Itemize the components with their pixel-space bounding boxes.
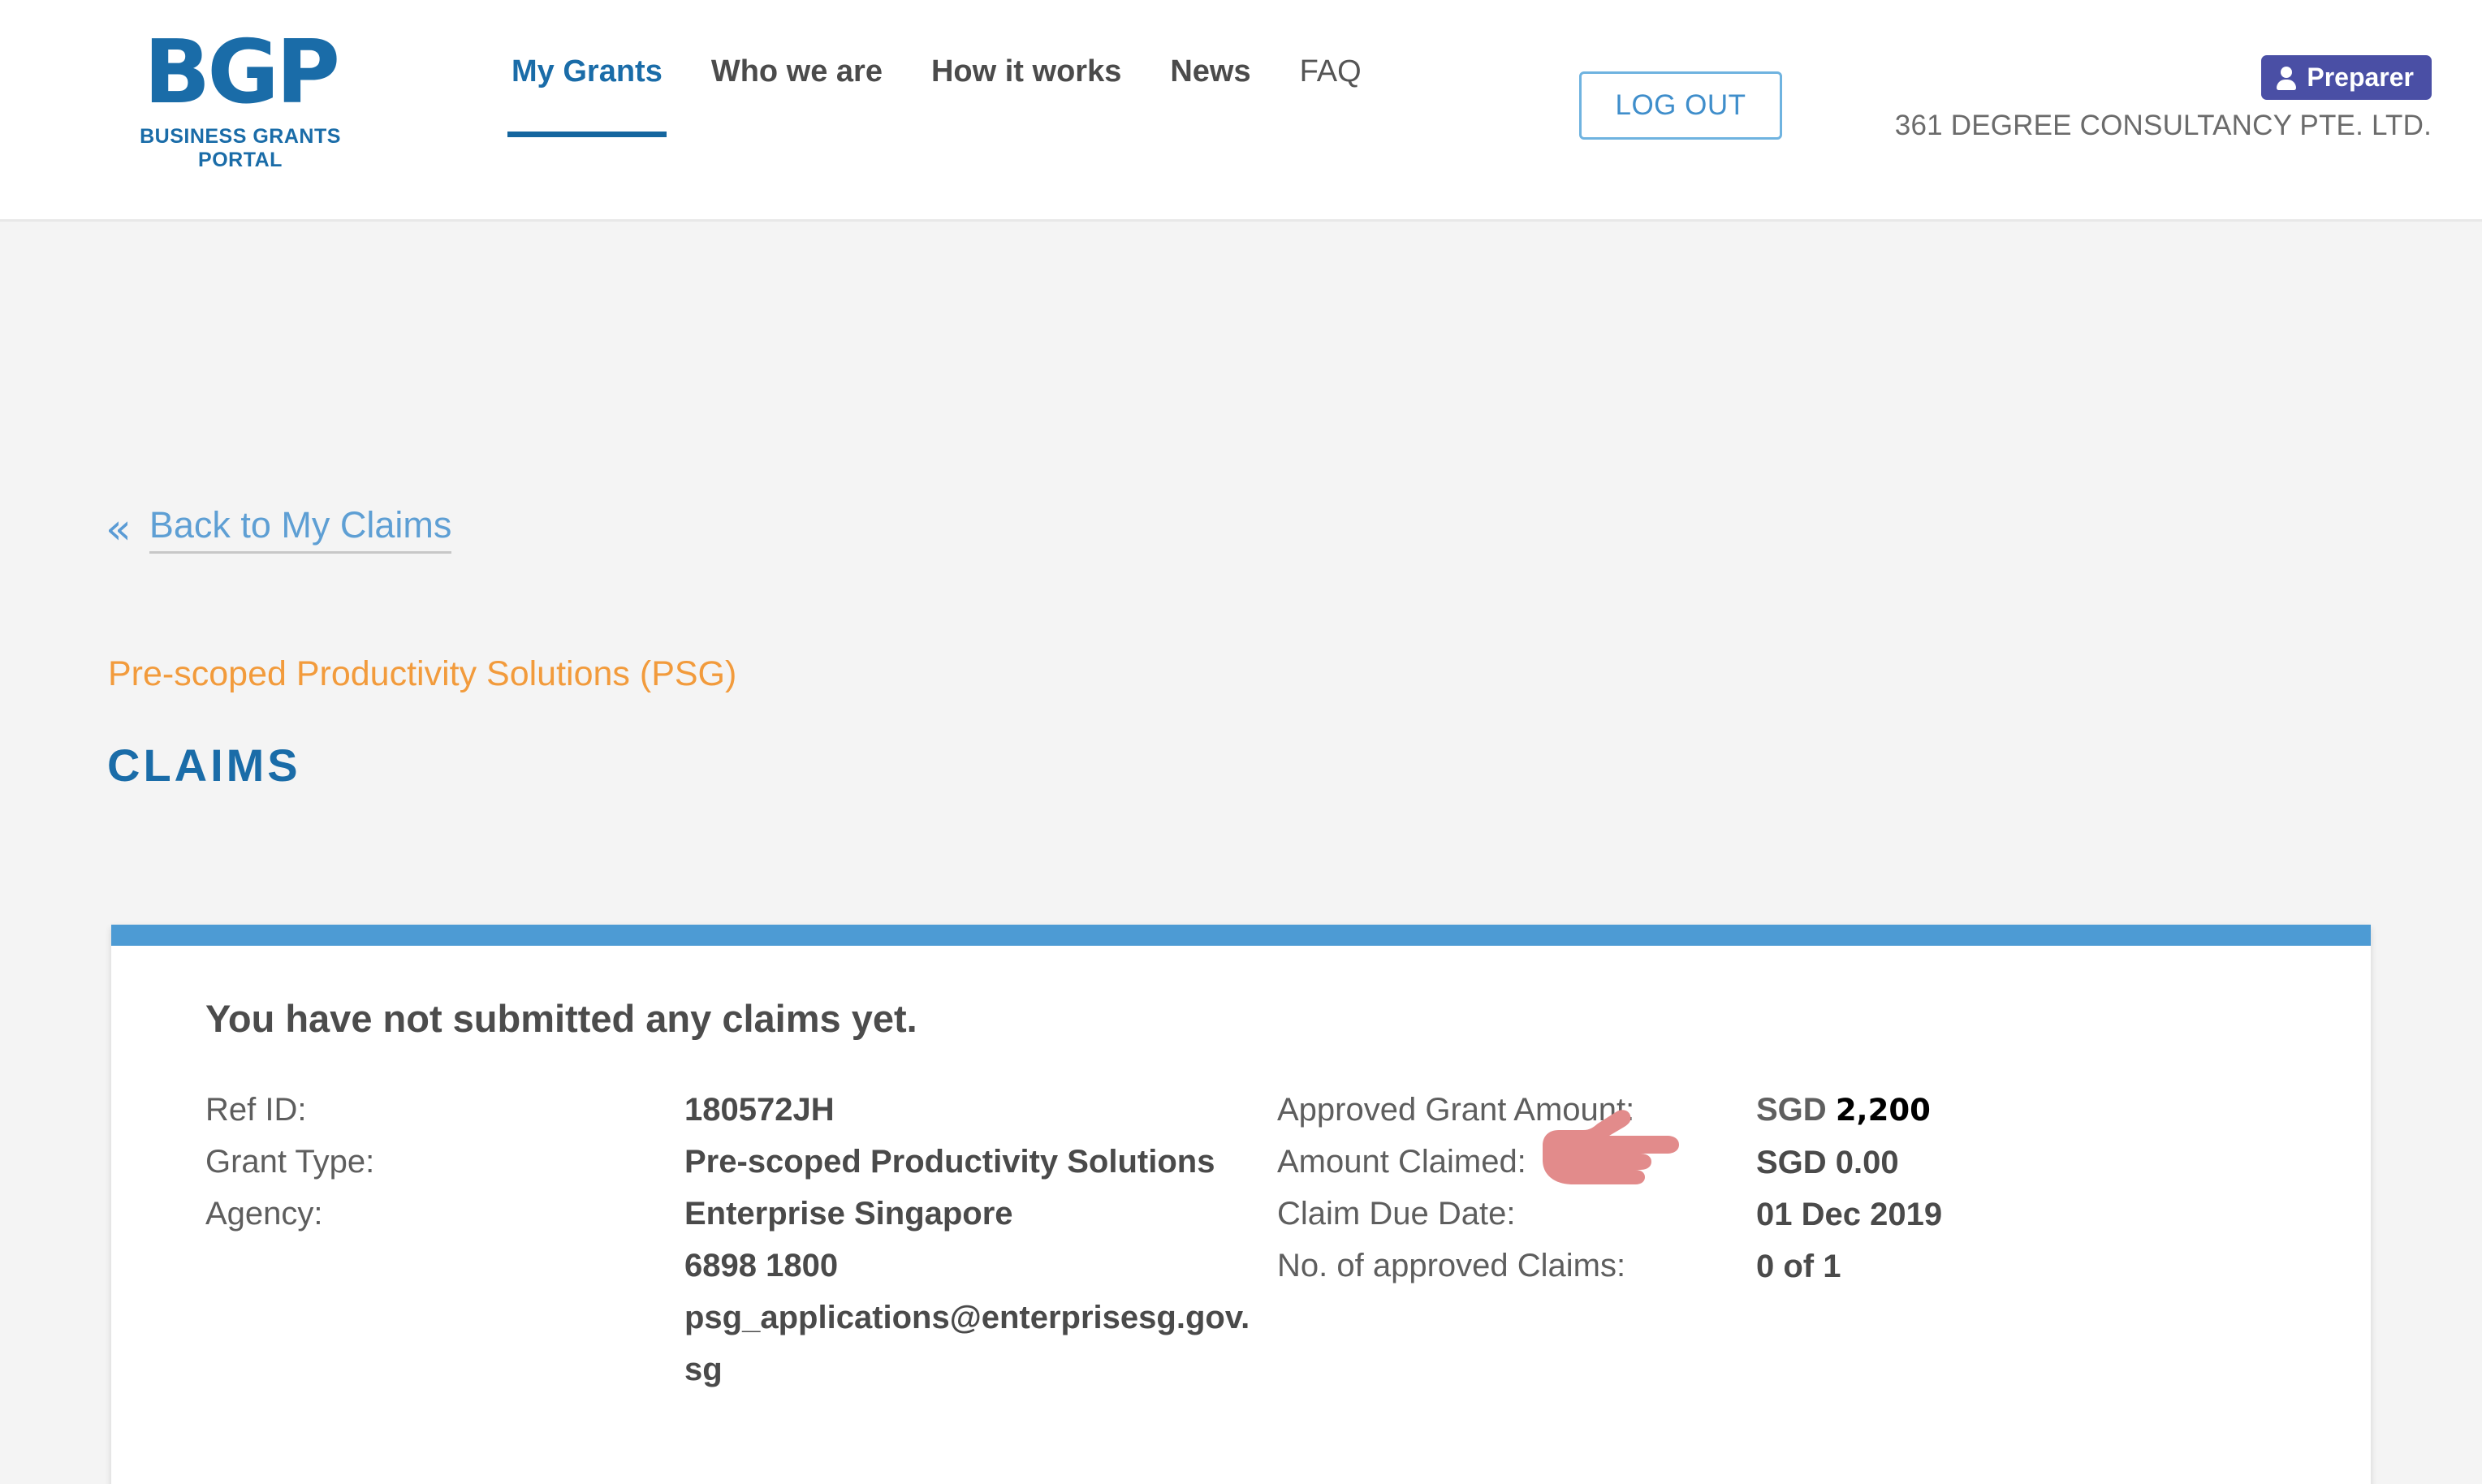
grant-scheme-subtitle: Pre-scoped Productivity Solutions (PSG) xyxy=(108,654,737,693)
value-ref-id: 180572JH xyxy=(684,1092,835,1128)
user-info: Preparer 361 DEGREE CONSULTANCY PTE. LTD… xyxy=(1895,55,2432,142)
detail-values-right: SGD 2,200 SGD 0.00 01 Dec 2019 0 of 1 xyxy=(1756,1084,2251,1396)
value-approved-grant-amount: SGD 2,200 xyxy=(1756,1084,2251,1137)
double-chevron-left-icon: « xyxy=(106,504,132,554)
approved-grant-currency: SGD xyxy=(1756,1092,1827,1128)
card-accent-bar xyxy=(111,925,2371,946)
detail-labels-right: Approved Grant Amount: Amount Claimed: C… xyxy=(1277,1084,1756,1396)
value-agency-name: Enterprise Singapore xyxy=(684,1196,1013,1232)
detail-column-left: Ref ID: Grant Type: Agency: 180572JH Pre… xyxy=(205,1084,1277,1396)
value-approved-claims-count: 0 of 1 xyxy=(1756,1249,1841,1284)
detail-column-right: Approved Grant Amount: Amount Claimed: C… xyxy=(1277,1084,2251,1396)
nav-item-faq[interactable]: FAQ xyxy=(1276,0,1386,183)
company-name: 361 DEGREE CONSULTANCY PTE. LTD. xyxy=(1894,110,2432,141)
detail-labels-left: Ref ID: Grant Type: Agency: xyxy=(205,1084,684,1396)
label-grant-type: Grant Type: xyxy=(205,1144,375,1180)
nav-item-how-it-works[interactable]: How it works xyxy=(907,0,1146,183)
role-badge-label: Preparer xyxy=(2307,63,2414,92)
detail-values-left: 180572JH Pre-scoped Productivity Solutio… xyxy=(684,1084,1277,1396)
nav-label-my-grants: My Grants xyxy=(512,54,663,88)
label-approved-grant-amount: Approved Grant Amount: xyxy=(1277,1092,1635,1128)
nav-item-my-grants[interactable]: My Grants xyxy=(487,0,687,183)
back-to-my-claims-link[interactable]: « Back to My Claims xyxy=(106,504,452,554)
role-badge[interactable]: Preparer xyxy=(2261,55,2432,100)
nav-item-news[interactable]: News xyxy=(1146,0,1275,183)
site-header: BGP BUSINESS GRANTS PORTAL My Grants Who… xyxy=(0,0,2482,222)
main-navigation: My Grants Who we are How it works News F… xyxy=(487,0,1386,222)
claim-detail-grid: Ref ID: Grant Type: Agency: 180572JH Pre… xyxy=(205,1084,2284,1396)
nav-label-who-we-are: Who we are xyxy=(710,54,883,88)
nav-label-faq: FAQ xyxy=(1299,54,1362,88)
site-logo[interactable]: BGP BUSINESS GRANTS PORTAL xyxy=(102,29,378,172)
approved-grant-number: 2,200 xyxy=(1835,1093,1931,1128)
logout-button[interactable]: LOG OUT xyxy=(1579,71,1782,140)
label-ref-id: Ref ID: xyxy=(205,1092,307,1128)
back-link-label: Back to My Claims xyxy=(149,504,452,554)
nav-label-news: News xyxy=(1170,54,1251,88)
label-amount-claimed: Amount Claimed: xyxy=(1277,1144,1526,1180)
nav-item-who-we-are[interactable]: Who we are xyxy=(687,0,907,183)
page-body: « Back to My Claims Pre-scoped Productiv… xyxy=(0,222,2482,1484)
value-amount-claimed: SGD 0.00 xyxy=(1756,1145,1899,1180)
label-claim-due-date: Claim Due Date: xyxy=(1277,1196,1516,1232)
nav-label-how-it-works: How it works xyxy=(930,54,1122,88)
label-agency: Agency: xyxy=(205,1196,323,1232)
claim-summary-card: You have not submitted any claims yet. R… xyxy=(111,925,2371,1484)
logo-tagline: BUSINESS GRANTS PORTAL xyxy=(140,125,341,171)
label-approved-claims-count: No. of approved Claims: xyxy=(1277,1248,1626,1283)
empty-claims-message: You have not submitted any claims yet. xyxy=(205,997,917,1040)
value-agency-email: psg_applications@enterprisesg.gov.sg xyxy=(684,1300,1250,1387)
value-agency-phone: 6898 1800 xyxy=(684,1248,839,1283)
page-title: CLAIMS xyxy=(107,740,301,791)
value-claim-due-date: 01 Dec 2019 xyxy=(1756,1197,1943,1232)
logo-wordmark: BGP xyxy=(143,22,340,123)
person-icon xyxy=(2276,65,2297,91)
value-grant-type: Pre-scoped Productivity Solutions xyxy=(684,1144,1215,1180)
